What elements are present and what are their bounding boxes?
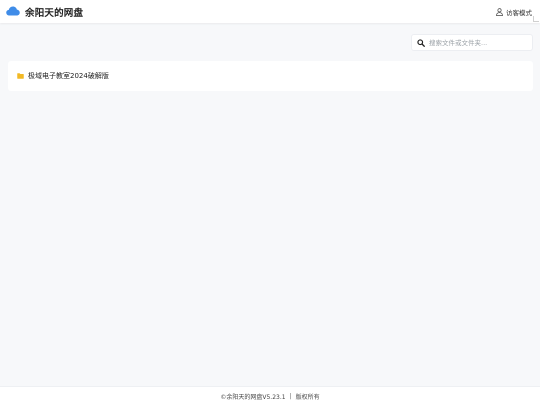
footer-separator: | <box>289 392 292 400</box>
footer: ©余阳天的网盘V5.23.1 | 版权所有 <box>0 386 540 405</box>
cloud-logo-icon <box>6 6 20 16</box>
user-icon <box>496 8 503 16</box>
guest-mode-label: 访客模式 <box>506 9 532 17</box>
corner-resize-handle <box>533 16 539 22</box>
footer-copyright: ©余阳天的网盘V5.23.1 <box>220 393 286 401</box>
top-header: 余阳天的网盘 访客模式 <box>0 0 540 23</box>
file-list: 极域电子教室2024破解版 <box>8 61 533 91</box>
app-title[interactable]: 余阳天的网盘 <box>25 5 83 19</box>
footer-rights: 版权所有 <box>295 393 320 401</box>
search-icon <box>417 39 425 47</box>
guest-mode-button[interactable]: 访客模式 <box>496 7 532 17</box>
folder-icon <box>17 73 24 79</box>
search-input[interactable] <box>429 36 529 49</box>
search-box[interactable] <box>411 34 533 51</box>
file-name: 极域电子教室2024破解版 <box>28 72 109 80</box>
file-list-item[interactable]: 极域电子教室2024破解版 <box>8 61 533 91</box>
